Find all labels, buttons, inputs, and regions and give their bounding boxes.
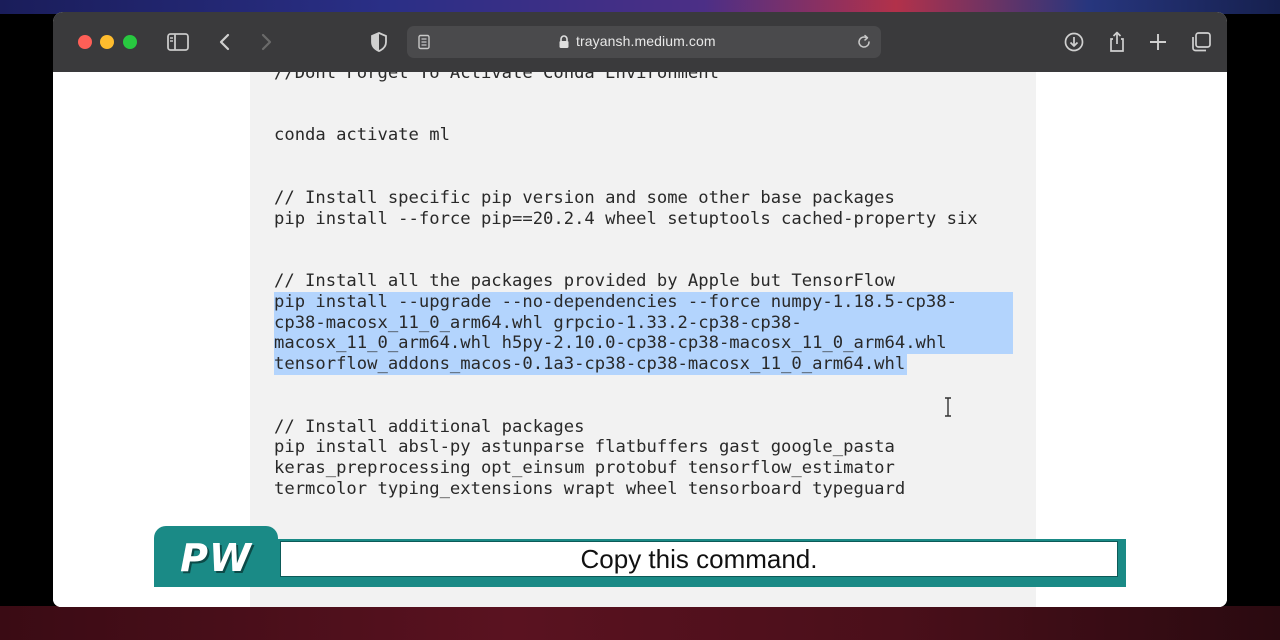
minimize-window-button[interactable] bbox=[100, 35, 114, 49]
caption-bar: Copy this command. bbox=[278, 539, 1126, 587]
code-line-selected: macosx_11_0_arm64.whl h5py-2.10.0-cp38-c… bbox=[274, 333, 1013, 355]
code-line: termcolor typing_extensions wrapt wheel … bbox=[274, 478, 906, 499]
code-line: // Install additional packages bbox=[274, 416, 585, 437]
channel-logo-text: PW bbox=[180, 536, 252, 580]
close-window-button[interactable] bbox=[78, 35, 92, 49]
browser-window: trayansh.medium.com //Dont Forget To Act… bbox=[53, 12, 1227, 607]
url-text: trayansh.medium.com bbox=[576, 33, 716, 49]
share-icon[interactable] bbox=[1106, 30, 1128, 54]
lock-icon bbox=[559, 35, 569, 48]
code-line: pip install --force pip==20.2.4 wheel se… bbox=[274, 208, 978, 229]
code-line-selected: tensorflow_addons_macos-0.1a3-cp38-cp38-… bbox=[274, 354, 908, 375]
reader-page-icon[interactable] bbox=[416, 34, 432, 50]
tab-overview-icon[interactable] bbox=[1189, 30, 1213, 54]
new-tab-plus-icon[interactable] bbox=[1147, 30, 1169, 54]
code-line: keras_preprocessing opt_einsum protobuf … bbox=[274, 458, 895, 479]
code-line-selected: cp38-macosx_11_0_arm64.whl grpcio-1.33.2… bbox=[274, 312, 1013, 334]
desktop-wallpaper-bottom bbox=[0, 606, 1280, 640]
zoom-window-button[interactable] bbox=[123, 35, 137, 49]
reload-icon[interactable] bbox=[856, 34, 872, 50]
sidebar-toggle-icon[interactable] bbox=[166, 30, 190, 54]
video-caption-overlay: PW Copy this command. bbox=[154, 526, 1126, 588]
code-line: // Install specific pip version and some… bbox=[274, 187, 895, 208]
code-line: conda activate ml bbox=[274, 125, 450, 146]
caption-box: Copy this command. bbox=[280, 541, 1118, 577]
caption-text: Copy this command. bbox=[580, 544, 818, 574]
browser-toolbar: trayansh.medium.com bbox=[53, 12, 1227, 73]
address-bar[interactable]: trayansh.medium.com bbox=[407, 26, 881, 58]
code-text: //Dont Forget To Activate Conda Environm… bbox=[274, 72, 1013, 583]
code-line-selected: pip install --upgrade --no-dependencies … bbox=[274, 291, 1013, 313]
downloads-icon[interactable] bbox=[1063, 30, 1085, 54]
code-line: //Dont Forget To Activate Conda Environm… bbox=[274, 72, 719, 83]
text-cursor-icon bbox=[945, 397, 951, 417]
code-line: pip install absl-py astunparse flatbuffe… bbox=[274, 437, 895, 458]
forward-arrow-icon[interactable] bbox=[256, 30, 276, 54]
privacy-shield-icon[interactable] bbox=[369, 30, 389, 54]
channel-logo: PW bbox=[154, 526, 278, 587]
back-arrow-icon[interactable] bbox=[215, 30, 235, 54]
code-line: // Install all the packages provided by … bbox=[274, 270, 895, 291]
